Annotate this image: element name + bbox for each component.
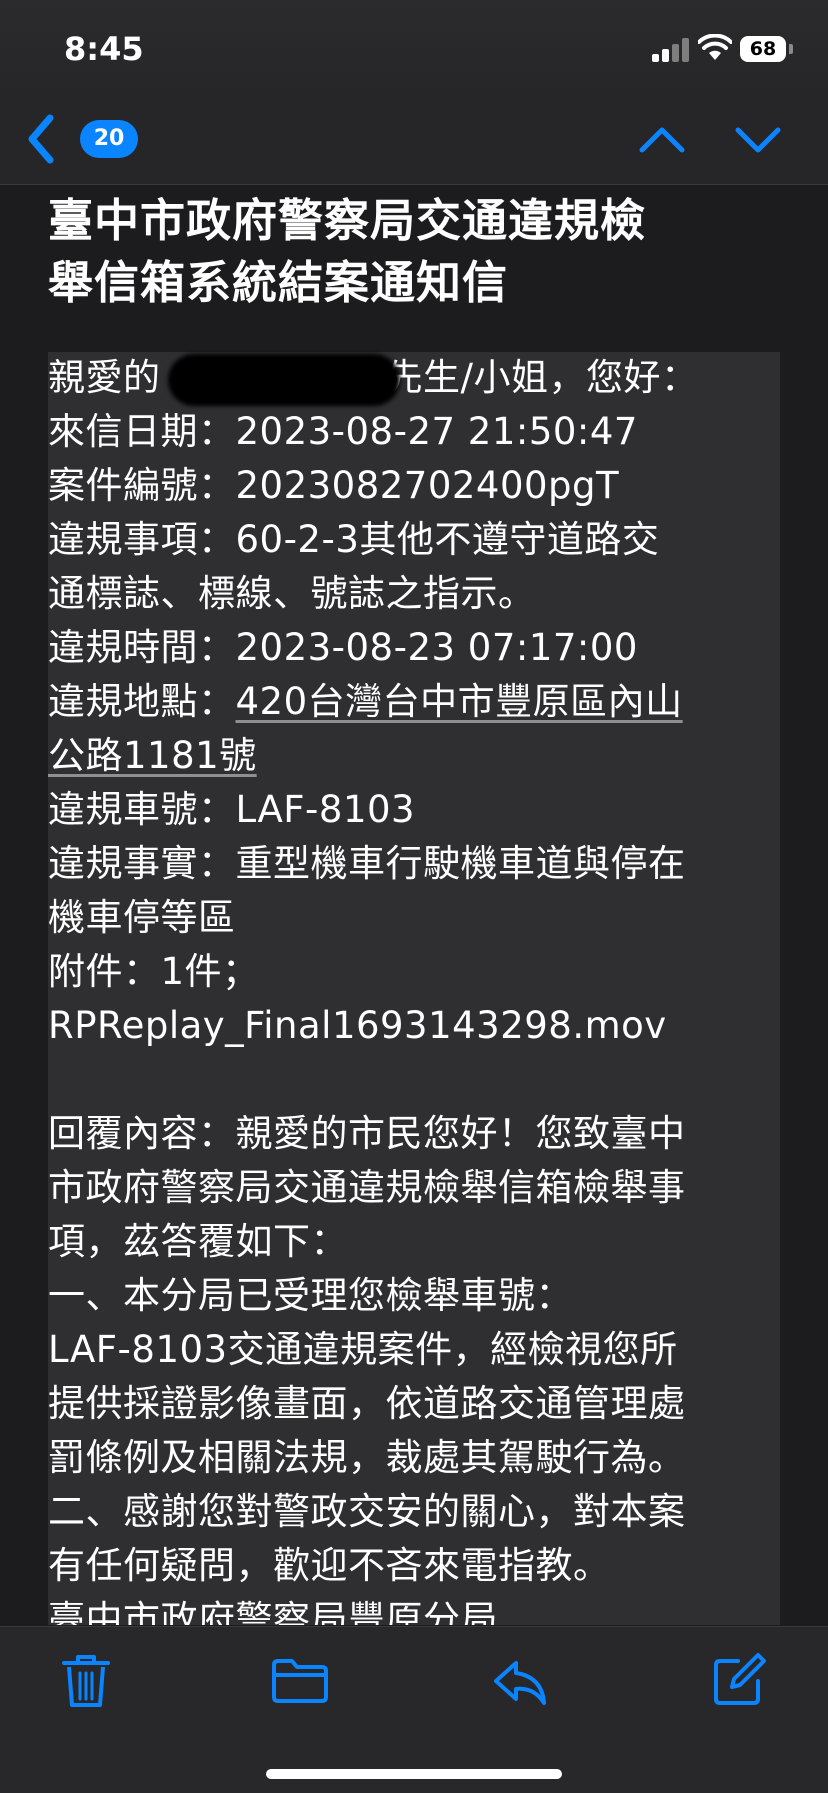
body-line: 違規地點：420台灣台中市豐原區內山: [48, 676, 683, 728]
body-line: 通標誌、標線、號誌之指示。: [48, 572, 536, 615]
body-line: 機車停等區: [48, 896, 236, 939]
address-link-continued[interactable]: 公路1181號: [48, 734, 257, 777]
address-label: 違規地點：: [48, 680, 236, 723]
body-line: 來信日期：2023-08-27 21:50:47: [48, 410, 638, 453]
battery-tip: [789, 44, 793, 54]
status-time: 8:45: [64, 30, 144, 68]
body-line: 臺中市政府警察局豐原分局: [48, 1598, 498, 1625]
battery-icon: 68: [740, 36, 786, 62]
body-line: 公路1181號: [48, 730, 257, 782]
body-line: 項，茲答覆如下：: [48, 1220, 348, 1263]
email-subject-line: 舉信箱系統結案通知信: [48, 256, 509, 309]
cellular-signal-icon: [652, 38, 692, 62]
bottom-toolbar: [0, 1626, 828, 1793]
email-content[interactable]: 臺中市政府警察局交通違規檢 舉信箱系統結案通知信 親愛的 先生/小姐，您好： 來…: [0, 185, 828, 1625]
email-body: 親愛的 先生/小姐，您好： 來信日期：2023-08-27 21:50:47 案…: [48, 352, 780, 1625]
nav-bar: 20: [0, 100, 828, 185]
body-line: 回覆內容：親愛的市民您好！您致臺中: [48, 1112, 686, 1155]
down-chevron-icon[interactable]: [734, 122, 782, 158]
address-link[interactable]: 420台灣台中市豐原區內山: [236, 680, 683, 723]
body-line: 附件：1件；: [48, 950, 260, 993]
trash-icon[interactable]: [56, 1651, 116, 1711]
redaction-mark: [168, 354, 400, 406]
home-indicator[interactable]: [266, 1769, 562, 1779]
body-line: LAF-8103交通違規案件，經檢視您所: [48, 1328, 678, 1371]
compose-icon[interactable]: [708, 1651, 768, 1711]
body-line: 有任何疑問，歡迎不吝來電指教。: [48, 1544, 611, 1587]
up-chevron-icon[interactable]: [638, 122, 686, 158]
body-line: 案件編號：2023082702400pgT: [48, 464, 620, 507]
email-subject: 臺中市政府警察局交通違規檢 舉信箱系統結案通知信: [48, 190, 788, 314]
status-bar: 8:45 68: [0, 0, 828, 100]
back-chevron-icon[interactable]: [26, 114, 56, 164]
reply-icon[interactable]: [490, 1651, 550, 1711]
body-line: 二、感謝您對警政交安的關心，對本案: [48, 1490, 686, 1533]
folder-icon[interactable]: [270, 1651, 330, 1711]
body-line: 違規車號：LAF-8103: [48, 788, 416, 831]
body-line: 違規時間：2023-08-23 07:17:00: [48, 626, 638, 669]
body-line: 違規事實：重型機車行駛機車道與停在: [48, 842, 686, 885]
body-line: 違規事項：60-2-3其他不遵守道路交: [48, 518, 660, 561]
attachment-filename[interactable]: RPReplay_Final1693143298.mov: [48, 1000, 667, 1052]
body-line: 提供採證影像畫面，依道路交通管理處: [48, 1382, 686, 1425]
email-subject-line: 臺中市政府警察局交通違規檢: [48, 194, 647, 247]
body-line: 市政府警察局交通違規檢舉信箱檢舉事: [48, 1166, 686, 1209]
body-line: 罰條例及相關法規，裁處其駕駛行為。: [48, 1436, 686, 1479]
unread-count-badge[interactable]: 20: [80, 120, 138, 158]
wifi-icon: [698, 34, 732, 60]
body-line: 一、本分局已受理您檢舉車號：: [48, 1274, 573, 1317]
